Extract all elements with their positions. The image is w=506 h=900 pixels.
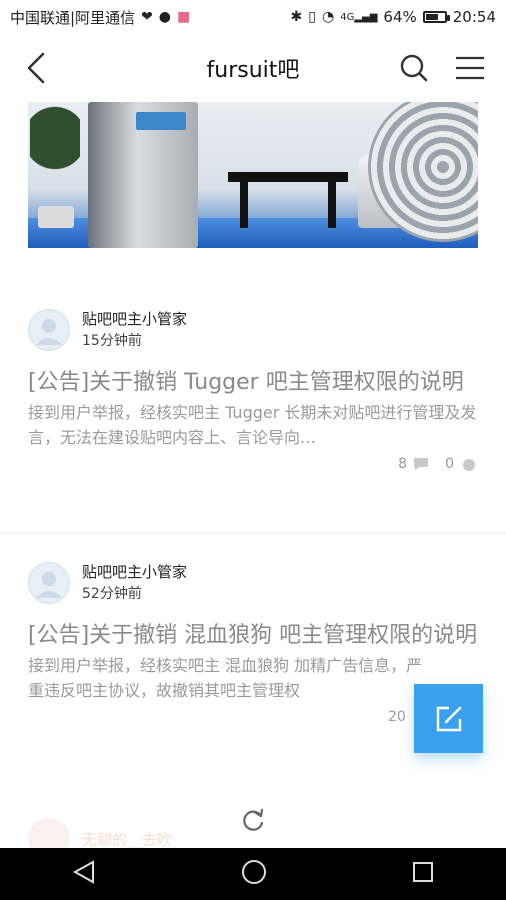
- heart-monitor-icon: ❤: [141, 9, 153, 25]
- wechat-icon: ●: [158, 9, 172, 25]
- battery-icon: [422, 11, 450, 23]
- app-header: fursuit吧: [0, 34, 506, 102]
- bluetooth-icon: ✱: [290, 9, 303, 25]
- banner-pot: [38, 206, 74, 228]
- back-icon: [27, 52, 45, 84]
- author-name[interactable]: 贴吧吧主小管家: [82, 308, 187, 330]
- comment-stat[interactable]: 20: [388, 709, 406, 725]
- post-title[interactable]: [公告]关于撤销 Tugger 吧主管理权限的说明: [28, 368, 478, 398]
- post-excerpt: 接到用户举报，经核实吧主 混血狼狗 加精广告信息，严重违反吧主协议，故撤销其吧主…: [28, 656, 423, 700]
- nav-back-button[interactable]: [71, 859, 97, 889]
- banner-air-purifier: [88, 102, 198, 248]
- author-name: 无聊的__去吹: [82, 830, 173, 849]
- comment-stat[interactable]: 8: [398, 456, 429, 472]
- author-name[interactable]: 贴吧吧主小管家: [82, 561, 187, 583]
- avatar-placeholder-icon: [36, 319, 62, 345]
- search-icon: [400, 54, 428, 82]
- nav-back-icon: [73, 860, 95, 884]
- author-row: 贴吧吧主小管家 15分钟前: [28, 306, 478, 354]
- nav-recents-icon: [412, 862, 433, 882]
- nav-home-icon: [241, 860, 266, 884]
- compose-post-button[interactable]: [414, 684, 483, 753]
- comment-count: 20: [388, 709, 406, 725]
- banner-table-leg: [328, 180, 336, 228]
- divider: [0, 532, 506, 533]
- refresh-spinner: [240, 808, 266, 834]
- wifi-icon: ◔: [322, 9, 335, 25]
- post-stats: 20: [28, 709, 478, 725]
- banner-table-leg: [240, 180, 248, 228]
- edit-icon: [436, 706, 461, 731]
- nav-home-button[interactable]: [240, 858, 268, 890]
- battery-percent: 64%: [383, 8, 417, 26]
- carrier-label: 中国联通|阿里通信: [10, 8, 136, 27]
- post-title[interactable]: [公告]关于撤销 混血狼狗 吧主管理权限的说明: [28, 621, 478, 651]
- search-button[interactable]: [396, 50, 432, 86]
- avatar-placeholder-icon: [36, 572, 62, 598]
- signal-icon: 4G▂▄▆: [340, 11, 378, 23]
- vibrate-icon: ▯: [308, 9, 316, 25]
- system-nav-bar: [0, 848, 506, 900]
- comment-icon: [414, 458, 429, 470]
- notification-icon: ■: [177, 9, 191, 25]
- status-bar: 中国联通|阿里通信 ❤ ● ■ ✱ ▯ ◔ 4G▂▄▆ 64% 20:54: [0, 0, 506, 34]
- avatar[interactable]: [28, 309, 70, 351]
- comment-count: 8: [398, 456, 408, 472]
- menu-button[interactable]: [452, 50, 488, 86]
- like-icon: [463, 459, 475, 471]
- back-button[interactable]: [18, 50, 54, 86]
- author-row: 贴吧吧主小管家 52分钟前: [28, 559, 478, 607]
- nav-recents-button[interactable]: [411, 860, 435, 888]
- menu-icon: [456, 56, 484, 80]
- avatar[interactable]: [28, 562, 70, 604]
- post-time: 52分钟前: [82, 586, 142, 602]
- refresh-icon: [243, 808, 264, 831]
- like-stat[interactable]: 0: [445, 456, 478, 472]
- post-stats: 8 0: [28, 456, 478, 472]
- like-count: 0: [445, 456, 454, 472]
- post-time: 15分钟前: [82, 333, 142, 349]
- post-excerpt: 接到用户举报，经核实吧主 Tugger 长期未对贴吧进行管理及发言，无法在建设贴…: [28, 403, 477, 447]
- ad-banner[interactable]: [28, 102, 478, 248]
- post-card[interactable]: 贴吧吧主小管家 15分钟前 [公告]关于撤销 Tugger 吧主管理权限的说明 …: [0, 306, 506, 472]
- banner-plant: [30, 102, 80, 222]
- clock: 20:54: [452, 8, 496, 26]
